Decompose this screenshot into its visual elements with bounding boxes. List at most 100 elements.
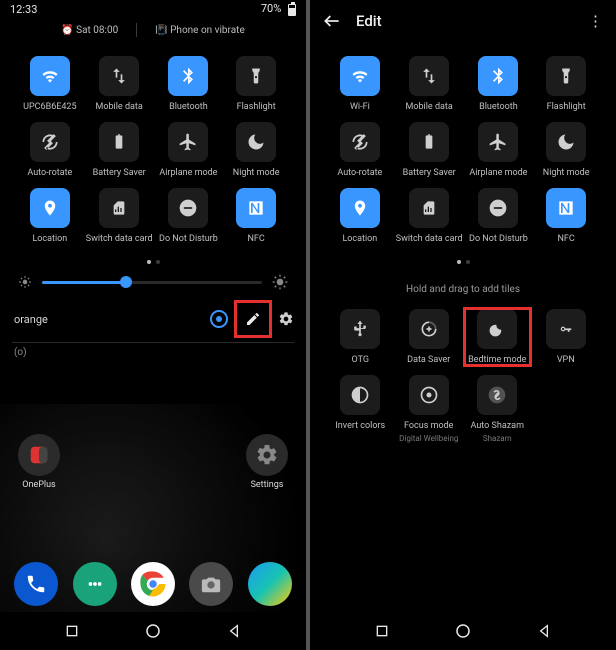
tile-label: UPC6B6E425 <box>23 102 76 112</box>
tile-dnd[interactable]: Do Not Disturb <box>157 188 221 244</box>
brightness-slider-row <box>0 270 306 296</box>
qs-header: ⏰ Sat 08:00 📳 Phone on vibrate <box>0 18 306 42</box>
dock-messages[interactable] <box>73 562 117 606</box>
tile-wifi[interactable]: UPC6B6E425 <box>18 56 82 112</box>
wifi-icon[interactable] <box>340 56 380 96</box>
app-label: OnePlus <box>22 480 55 490</box>
rotate-icon[interactable] <box>340 122 380 162</box>
nfc-icon[interactable] <box>236 188 276 228</box>
user-switch-icon[interactable] <box>210 310 228 328</box>
plane-icon[interactable] <box>168 122 208 162</box>
app-oneplus[interactable]: OnePlus <box>18 434 60 490</box>
tile-label: Auto-rotate <box>337 168 382 178</box>
tile-switch-data[interactable]: Switch data card <box>396 188 463 244</box>
tile-dnd[interactable]: Do Not Disturb <box>467 188 531 244</box>
status-battery: 70% <box>261 2 296 15</box>
tile-night-mode[interactable]: Night mode <box>224 122 288 178</box>
nav-home[interactable] <box>144 622 162 640</box>
rotate-icon[interactable] <box>30 122 70 162</box>
tile-label: Invert colors <box>335 421 385 431</box>
tile-label: VPN <box>557 355 575 365</box>
app-settings[interactable]: Settings <box>246 434 288 490</box>
flashlight-icon[interactable] <box>236 56 276 96</box>
tile-nfc[interactable]: NFC <box>224 188 288 244</box>
tile-vpn[interactable]: VPN <box>534 309 599 365</box>
plane-icon[interactable] <box>478 122 518 162</box>
tile-label: Location <box>32 234 67 244</box>
back-button[interactable] <box>322 11 342 31</box>
ringer-info[interactable]: 📳 Phone on vibrate <box>155 25 245 36</box>
invert-icon[interactable] <box>340 375 380 415</box>
nfc-icon[interactable] <box>546 188 586 228</box>
key-icon[interactable] <box>546 309 586 349</box>
location-icon[interactable] <box>30 188 70 228</box>
tile-data-saver[interactable]: Data Saver <box>397 309 462 365</box>
focus-icon[interactable] <box>409 375 449 415</box>
nav-home[interactable] <box>454 622 472 640</box>
tile-battery-saver[interactable]: Battery Saver <box>396 122 463 178</box>
battery-icon[interactable] <box>99 122 139 162</box>
dnd-icon[interactable] <box>478 188 518 228</box>
wifi-icon[interactable] <box>30 56 70 96</box>
edit-tiles-button[interactable] <box>236 302 270 336</box>
tile-switch-data[interactable]: Switch data card <box>86 188 153 244</box>
tile-flashlight[interactable]: Flashlight <box>534 56 598 112</box>
swap-icon[interactable] <box>409 56 449 96</box>
tile-bluetooth[interactable]: Bluetooth <box>467 56 531 112</box>
dock-chrome[interactable] <box>131 562 175 606</box>
moon-icon[interactable] <box>236 122 276 162</box>
bluetooth-icon[interactable] <box>478 56 518 96</box>
tile-location[interactable]: Location <box>328 188 392 244</box>
navigation-bar <box>0 612 306 650</box>
tile-label: Airplane mode <box>469 168 527 178</box>
bluetooth-icon[interactable] <box>168 56 208 96</box>
tile-focus[interactable]: Focus modeDigital Wellbeing <box>397 375 462 443</box>
tile-auto-rotate[interactable]: Auto-rotate <box>328 122 392 178</box>
nav-back[interactable] <box>226 623 242 639</box>
battery-icon[interactable] <box>409 122 449 162</box>
tile-wifi[interactable]: Wi-Fi <box>328 56 392 112</box>
datasaver-icon[interactable] <box>409 309 449 349</box>
dnd-icon[interactable] <box>168 188 208 228</box>
nav-recent[interactable] <box>64 623 80 639</box>
swap-icon[interactable] <box>99 56 139 96</box>
tile-otg[interactable]: OTG <box>328 309 393 365</box>
tile-sublabel: Shazam <box>483 434 512 443</box>
moon-icon[interactable] <box>546 122 586 162</box>
tile-flashlight[interactable]: Flashlight <box>224 56 288 112</box>
sim-icon[interactable] <box>99 188 139 228</box>
tile-auto-rotate[interactable]: Auto-rotate <box>18 122 82 178</box>
alarm-info[interactable]: ⏰ Sat 08:00 <box>61 25 118 36</box>
tile-airplane[interactable]: Airplane mode <box>157 122 221 178</box>
tile-label: Location <box>342 234 377 244</box>
qs-tiles-grid: UPC6B6E425 Mobile dataBluetoothFlashlight… <box>0 42 306 250</box>
flashlight-icon[interactable] <box>546 56 586 96</box>
overflow-menu[interactable]: ⋮ <box>588 12 604 30</box>
nav-recent[interactable] <box>374 623 390 639</box>
shazam-icon[interactable] <box>477 375 517 415</box>
nav-back[interactable] <box>536 623 552 639</box>
brightness-low-icon <box>18 275 32 289</box>
usb-icon[interactable] <box>340 309 380 349</box>
tile-mobile-data[interactable]: Mobile data <box>86 56 153 112</box>
tile-airplane[interactable]: Airplane mode <box>467 122 531 178</box>
dock-camera[interactable] <box>189 562 233 606</box>
tile-invert[interactable]: Invert colors <box>328 375 393 443</box>
tile-label: Battery Saver <box>93 168 146 178</box>
tile-shazam[interactable]: Auto ShazamShazam <box>465 375 530 443</box>
bedtime-icon[interactable] <box>477 309 517 349</box>
sim-icon[interactable] <box>409 188 449 228</box>
tile-location[interactable]: Location <box>18 188 82 244</box>
tile-night-mode[interactable]: Night mode <box>534 122 598 178</box>
tile-battery-saver[interactable]: Battery Saver <box>86 122 153 178</box>
brightness-slider[interactable] <box>42 281 262 284</box>
dock-gallery[interactable] <box>248 562 292 606</box>
location-icon[interactable] <box>340 188 380 228</box>
tile-bedtime[interactable]: Bedtime mode <box>465 309 530 365</box>
tile-bluetooth[interactable]: Bluetooth <box>157 56 221 112</box>
tile-nfc[interactable]: NFC <box>534 188 598 244</box>
tile-mobile-data[interactable]: Mobile data <box>396 56 463 112</box>
screen-edit-tiles: Edit ⋮ Wi-FiMobile dataBluetoothFlashlig… <box>310 0 616 650</box>
settings-button[interactable] <box>278 311 294 327</box>
dock-phone[interactable] <box>14 562 58 606</box>
